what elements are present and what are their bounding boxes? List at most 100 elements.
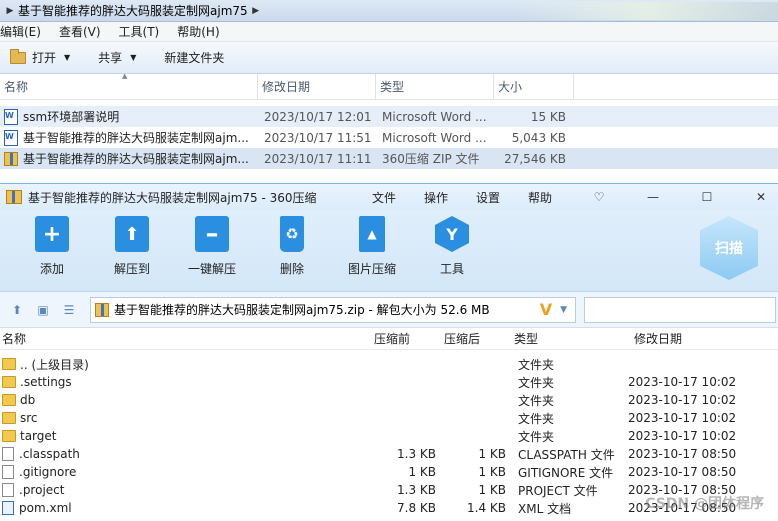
scan-button[interactable]: 扫描 (700, 216, 758, 280)
row-compressed: 1 KB (478, 465, 506, 479)
zip-menu-settings[interactable]: 设置 (476, 189, 500, 206)
zip-title-bar[interactable]: 基于智能推荐的胖达大码服装定制网ajm75 - 360压缩 文件 操作 设置 帮… (0, 184, 778, 210)
row-name: .project (19, 483, 65, 497)
add-button[interactable]: 添加 (12, 216, 92, 277)
zip-icon (4, 151, 18, 166)
file-row[interactable]: 基于智能推荐的胖达大码服装定制网ajm... 2023/10/17 11:51 … (0, 127, 778, 148)
menu-help[interactable]: 帮助(H) (168, 23, 228, 40)
open-button[interactable]: 打开 ▼ (10, 48, 70, 66)
row-type: PROJECT 文件 (518, 483, 598, 498)
tools-button[interactable]: 工具 (412, 216, 492, 277)
table-row[interactable]: .classpath 1.3 KB 1 KB CLASSPATH 文件 2023-10-… (0, 445, 778, 463)
zip-toolbar: 添加 解压到 一键解压 删除 图片压缩 工具 扫描 (0, 210, 778, 292)
zip-search-input[interactable] (584, 296, 776, 323)
row-name: .. (上级目录) (20, 357, 89, 372)
row-type: 文件夹 (518, 357, 555, 372)
row-packed: 1 KB (408, 465, 436, 479)
file-date: 2023/10/17 12:01 (264, 109, 372, 124)
file-row[interactable]: ssm环境部署说明 2023/10/17 12:01 Microsoft Wor… (0, 106, 778, 127)
zcol-name[interactable]: 名称 (0, 330, 372, 347)
delete-button[interactable]: 删除 (252, 216, 332, 277)
image-compress-label: 图片压缩 (347, 262, 396, 276)
zip-title: 基于智能推荐的胖达大码服装定制网ajm75 - 360压缩 (28, 190, 317, 205)
share-button[interactable]: 共享 ▼ (98, 49, 136, 66)
watermark: CSDN @团体程序 (645, 496, 764, 512)
skin-icon[interactable]: ♡ (592, 190, 606, 204)
col-size[interactable]: 大小 (494, 73, 574, 100)
row-type: 文件夹 (518, 375, 555, 390)
one-click-extract-button[interactable]: 一键解压 (172, 216, 252, 277)
zip-icon (95, 302, 109, 317)
zip-menu-file[interactable]: 文件 (372, 189, 396, 206)
explorer-address-bar[interactable]: ▶ 基于智能推荐的胖达大码服装定制网ajm75 ▶ (0, 0, 778, 22)
folder-icon (2, 412, 16, 424)
table-row[interactable]: src 文件夹 2023-10-17 10:02 (0, 409, 778, 427)
chevron-down-icon[interactable]: ▼ (560, 305, 567, 315)
row-type: GITIGNORE 文件 (518, 465, 614, 480)
file-size: 15 KB (530, 109, 566, 124)
row-name: db (20, 393, 36, 407)
file-icon (2, 483, 14, 497)
tools-icon (435, 216, 469, 252)
explorer-window: ▶ 基于智能推荐的胖达大码服装定制网ajm75 ▶ 编辑(E) 查看(V) 工具… (0, 0, 778, 185)
table-row[interactable]: target 文件夹 2023-10-17 10:02 (0, 427, 778, 445)
chevron-right-icon[interactable]: ▶ (2, 6, 18, 16)
sort-up-icon: ▲ (122, 72, 128, 80)
row-name: .gitignore (19, 465, 77, 479)
row-type: 文件夹 (518, 393, 555, 408)
row-type: CLASSPATH 文件 (518, 447, 615, 462)
list-view-icon[interactable]: ☰ (62, 303, 76, 317)
share-label: 共享 (98, 51, 123, 65)
col-date[interactable]: 修改日期 (258, 73, 376, 100)
col-name[interactable]: 名称 (0, 73, 258, 100)
zip-menu-action[interactable]: 操作 (424, 189, 448, 206)
table-row[interactable]: .settings 文件夹 2023-10-17 10:02 (0, 373, 778, 391)
v-logo-icon[interactable]: V (540, 300, 552, 319)
menu-edit[interactable]: 编辑(E) (0, 23, 50, 40)
table-row[interactable]: .gitignore 1 KB 1 KB GITIGNORE 文件 2023-10-17… (0, 463, 778, 481)
image-compress-button[interactable]: 图片压缩 (332, 216, 412, 277)
extract-icon (115, 216, 149, 252)
file-type: Microsoft Word ... (382, 109, 487, 124)
open-label: 打开 (32, 51, 57, 65)
folder-icon (2, 376, 16, 388)
add-label: 添加 (39, 262, 64, 276)
file-name: ssm环境部署说明 (23, 110, 120, 124)
trash-icon (280, 216, 304, 252)
file-icon (2, 447, 14, 461)
explorer-command-bar: 打开 ▼ 共享 ▼ 新建文件夹 (0, 42, 778, 74)
minimize-icon[interactable]: — (646, 190, 660, 204)
xml-file-icon (2, 501, 14, 515)
table-row[interactable]: .. (上级目录) 文件夹 (0, 355, 778, 373)
breadcrumb[interactable]: 基于智能推荐的胖达大码服装定制网ajm75 (18, 2, 248, 19)
extract-to-button[interactable]: 解压到 (92, 216, 172, 277)
zcol-packed[interactable]: 压缩前 (372, 330, 442, 347)
zcol-type[interactable]: 类型 (512, 330, 632, 347)
image-file-icon (359, 216, 385, 252)
add-icon (35, 216, 69, 252)
zip-path-box[interactable]: 基于智能推荐的胖达大码服装定制网ajm75.zip - 解包大小为 52.6 M… (90, 296, 576, 323)
zip-address-bar: ⬆ ▣ ☰ 基于智能推荐的胖达大码服装定制网ajm75.zip - 解包大小为 … (0, 292, 778, 328)
zcol-compressed[interactable]: 压缩后 (442, 330, 512, 347)
zip-path: 基于智能推荐的胖达大码服装定制网ajm75.zip - 解包大小为 52.6 M… (114, 303, 490, 317)
zcol-modified[interactable]: 修改日期 (632, 330, 762, 347)
close-icon[interactable]: ✕ (754, 190, 768, 204)
maximize-icon[interactable]: ☐ (700, 190, 714, 204)
table-row[interactable]: db 文件夹 2023-10-17 10:02 (0, 391, 778, 409)
up-arrow-icon[interactable]: ⬆ (10, 303, 24, 317)
row-type: 文件夹 (518, 429, 555, 444)
chevron-right-icon[interactable]: ▶ (248, 6, 264, 16)
thumbnail-view-icon[interactable]: ▣ (36, 303, 50, 317)
col-type[interactable]: 类型 (376, 73, 494, 100)
new-folder-button[interactable]: 新建文件夹 (164, 49, 224, 66)
row-type: 文件夹 (518, 411, 555, 426)
explorer-column-header: ▲ 名称 修改日期 类型 大小 (0, 72, 778, 100)
row-name: target (20, 429, 57, 443)
menu-view[interactable]: 查看(V) (50, 23, 110, 40)
row-packed: 7.8 KB (397, 501, 436, 515)
file-row[interactable]: 基于智能推荐的胖达大码服装定制网ajm... 2023/10/17 11:11 … (0, 148, 778, 169)
menu-tools[interactable]: 工具(T) (110, 23, 169, 40)
file-date: 2023/10/17 11:51 (264, 130, 372, 145)
new-folder-label: 新建文件夹 (164, 51, 225, 65)
zip-menu-help[interactable]: 帮助 (528, 189, 552, 206)
